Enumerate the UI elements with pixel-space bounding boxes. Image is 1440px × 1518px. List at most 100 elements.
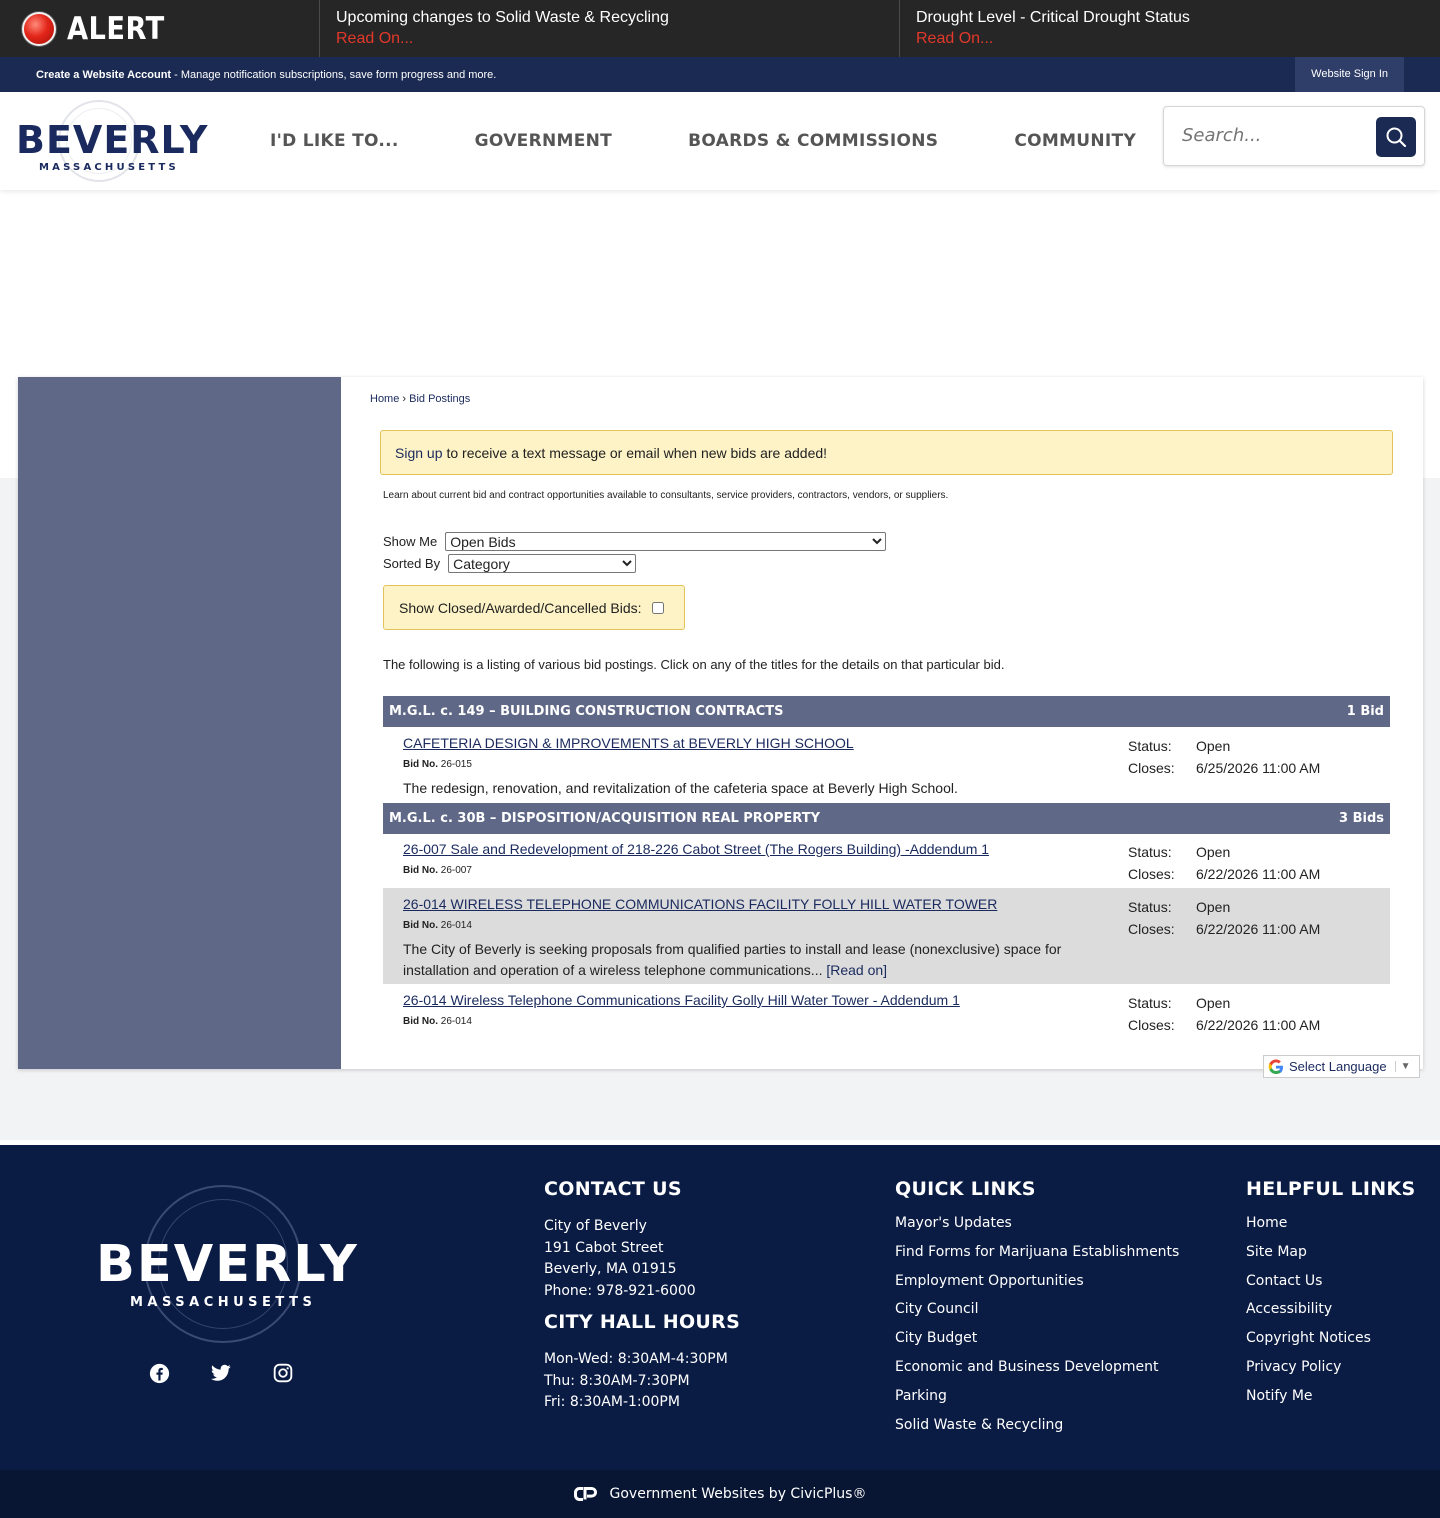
bid-closes-value: 6/22/2026 11:00 AM bbox=[1196, 866, 1321, 882]
bid-status-value: Open bbox=[1196, 844, 1231, 860]
quick-link-marijuana-forms[interactable]: Find Forms for Marijuana Establishments bbox=[895, 1238, 1179, 1267]
quick-link-employment[interactable]: Employment Opportunities bbox=[895, 1267, 1179, 1296]
category-header: M.G.L. c. 149 – BUILDING CONSTRUCTION CO… bbox=[383, 696, 1390, 727]
bid-closes-label: Closes: bbox=[1128, 866, 1175, 882]
main-container: Home › Bid Postings Sign up to receive a… bbox=[18, 377, 1423, 1069]
show-me-select[interactable]: Open Bids bbox=[445, 532, 887, 551]
logo-wordmark: BEVERLY bbox=[16, 118, 209, 162]
alert-item-title[interactable]: Upcoming changes to Solid Waste & Recycl… bbox=[336, 7, 883, 28]
bid-status-row: Status: Open bbox=[1128, 841, 1320, 863]
helpful-link-copyright[interactable]: Copyright Notices bbox=[1246, 1324, 1415, 1353]
account-description: - Manage notification subscriptions, sav… bbox=[171, 68, 497, 81]
bid-status-label: Status: bbox=[1128, 738, 1172, 754]
sidebar bbox=[18, 377, 341, 1069]
alert-read-on-link[interactable]: Read On... bbox=[336, 30, 413, 47]
website-sign-in-button[interactable]: Website Sign In bbox=[1295, 57, 1404, 92]
helpful-link-notify-me[interactable]: Notify Me bbox=[1246, 1382, 1415, 1411]
site-header: BEVERLY MASSACHUSETTS I'D LIKE TO... GOV… bbox=[0, 92, 1440, 190]
bid-title-link[interactable]: 26-014 Wireless Telephone Communications… bbox=[403, 992, 960, 1008]
show-closed-label: Show Closed/Awarded/Cancelled Bids: bbox=[399, 599, 642, 616]
alert-item-title[interactable]: Drought Level - Critical Drought Status bbox=[916, 7, 1424, 28]
language-selector[interactable]: Select Language ▼ bbox=[1263, 1055, 1420, 1078]
quick-link-mayors-updates[interactable]: Mayor's Updates bbox=[895, 1209, 1179, 1238]
bid-title-link[interactable]: CAFETERIA DESIGN & IMPROVEMENTS at BEVER… bbox=[403, 735, 854, 751]
bid-meta: Status: Open Closes: 6/25/2026 11:00 AM bbox=[1128, 735, 1320, 779]
alert-item-drought[interactable]: Drought Level - Critical Drought Status … bbox=[900, 0, 1440, 57]
quick-links-column: QUICK LINKS Mayor's Updates Find Forms f… bbox=[895, 1178, 1179, 1439]
category-count: 1 Bid bbox=[1346, 704, 1384, 719]
main-nav: I'D LIKE TO... GOVERNMENT BOARDS & COMMI… bbox=[270, 92, 1212, 190]
helpful-link-site-map[interactable]: Site Map bbox=[1246, 1238, 1415, 1267]
read-on-link[interactable]: [Read on] bbox=[826, 962, 887, 978]
bid-description-text: The redesign, renovation, and revitaliza… bbox=[403, 780, 958, 796]
nav-item-government[interactable]: GOVERNMENT bbox=[475, 131, 612, 151]
search-box bbox=[1163, 106, 1425, 166]
bid-status-value: Open bbox=[1196, 995, 1231, 1011]
bid-title-link[interactable]: 26-014 WIRELESS TELEPHONE COMMUNICATIONS… bbox=[403, 896, 997, 912]
category-header: M.G.L. c. 30B – DISPOSITION/ACQUISITION … bbox=[383, 803, 1390, 834]
select-language-link[interactable]: Select Language bbox=[1289, 1059, 1387, 1074]
alert-item-solid-waste[interactable]: Upcoming changes to Solid Waste & Recycl… bbox=[320, 0, 900, 57]
bid-number-label: Bid No. bbox=[403, 865, 438, 876]
nav-item-boards-commissions[interactable]: BOARDS & COMMISSIONS bbox=[688, 131, 938, 151]
contact-line: City of Beverly bbox=[544, 1218, 647, 1234]
show-closed-checkbox[interactable] bbox=[651, 601, 664, 614]
sign-up-link[interactable]: Sign up bbox=[395, 445, 442, 461]
breadcrumb-current-link[interactable]: Bid Postings bbox=[409, 393, 470, 405]
quick-link-parking[interactable]: Parking bbox=[895, 1382, 1179, 1411]
bid-status-value: Open bbox=[1196, 899, 1231, 915]
site-footer: BEVERLY MASSACHUSETTS CONTACT US City of… bbox=[0, 1145, 1440, 1518]
footer-logo[interactable]: BEVERLY MASSACHUSETTS bbox=[96, 1185, 357, 1345]
bid-row: 26-007 Sale and Redevelopment of 218-226… bbox=[383, 833, 1390, 888]
facebook-link[interactable] bbox=[148, 1362, 170, 1384]
bid-closes-value: 6/22/2026 11:00 AM bbox=[1196, 921, 1321, 937]
breadcrumb-home-link[interactable]: Home bbox=[370, 393, 399, 405]
city-hall-hours-heading: CITY HALL HOURS bbox=[544, 1310, 741, 1333]
search-input[interactable] bbox=[1182, 125, 1362, 146]
alert-read-on-link[interactable]: Read On... bbox=[916, 30, 993, 47]
civicplus-bar: Government Websites by CivicPlus® bbox=[0, 1470, 1440, 1518]
bid-status-label: Status: bbox=[1128, 899, 1172, 915]
google-icon bbox=[1268, 1059, 1283, 1074]
nav-item-community[interactable]: COMMUNITY bbox=[1014, 131, 1136, 151]
bid-closes-label: Closes: bbox=[1128, 1017, 1175, 1033]
contact-line: 191 Cabot Street bbox=[544, 1239, 664, 1256]
quick-link-economic-development[interactable]: Economic and Business Development bbox=[895, 1353, 1179, 1382]
sorted-by-select[interactable]: Category bbox=[448, 554, 637, 573]
quick-link-solid-waste[interactable]: Solid Waste & Recycling bbox=[895, 1411, 1179, 1440]
bid-closes-value: 6/22/2026 11:00 AM bbox=[1196, 1017, 1321, 1033]
bid-row: 26-014 WIRELESS TELEPHONE COMMUNICATIONS… bbox=[383, 888, 1390, 984]
civicplus-logo-icon bbox=[573, 1487, 597, 1501]
helpful-link-contact-us[interactable]: Contact Us bbox=[1246, 1267, 1415, 1296]
language-dropdown-arrow[interactable]: ▼ bbox=[1394, 1061, 1411, 1072]
create-account-link[interactable]: Create a Website Account bbox=[36, 69, 171, 81]
breadcrumb: Home › Bid Postings bbox=[370, 393, 470, 405]
bid-number-label: Bid No. bbox=[403, 920, 438, 931]
quick-link-city-budget[interactable]: City Budget bbox=[895, 1324, 1179, 1353]
helpful-link-home[interactable]: Home bbox=[1246, 1209, 1415, 1238]
bid-closes-row: Closes: 6/22/2026 11:00 AM bbox=[1128, 1014, 1320, 1036]
nav-item-id-like-to[interactable]: I'D LIKE TO... bbox=[270, 131, 399, 151]
bid-closes-label: Closes: bbox=[1128, 760, 1175, 776]
sorted-by-label: Sorted By bbox=[383, 556, 441, 571]
helpful-link-privacy-policy[interactable]: Privacy Policy bbox=[1246, 1353, 1415, 1382]
bid-closes-value: 6/25/2026 11:00 AM bbox=[1196, 760, 1321, 776]
bid-closes-row: Closes: 6/22/2026 11:00 AM bbox=[1128, 863, 1320, 885]
quick-link-city-council[interactable]: City Council bbox=[895, 1295, 1179, 1324]
twitter-link[interactable] bbox=[210, 1362, 232, 1384]
bid-closes-row: Closes: 6/25/2026 11:00 AM bbox=[1128, 757, 1320, 779]
bid-status-value: Open bbox=[1196, 738, 1231, 754]
breadcrumb-separator: › bbox=[399, 393, 410, 405]
helpful-links-heading: HELPFUL LINKS bbox=[1246, 1178, 1416, 1200]
helpful-link-accessibility[interactable]: Accessibility bbox=[1246, 1295, 1415, 1324]
bid-number-value: 26-014 bbox=[440, 920, 472, 931]
site-logo[interactable]: BEVERLY MASSACHUSETTS bbox=[16, 98, 207, 184]
bid-row: CAFETERIA DESIGN & IMPROVEMENTS at BEVER… bbox=[383, 727, 1390, 803]
instagram-link[interactable] bbox=[272, 1362, 294, 1384]
helpful-links-column: HELPFUL LINKS Home Site Map Contact Us A… bbox=[1246, 1178, 1415, 1411]
intro-text: Learn about current bid and contract opp… bbox=[383, 490, 949, 501]
search-button[interactable] bbox=[1376, 117, 1416, 157]
account-message: Create a Website Account - Manage notifi… bbox=[36, 69, 496, 81]
civicplus-credit-link[interactable]: Government Websites by CivicPlus® bbox=[610, 1486, 867, 1502]
bid-title-link[interactable]: 26-007 Sale and Redevelopment of 218-226… bbox=[403, 841, 989, 857]
